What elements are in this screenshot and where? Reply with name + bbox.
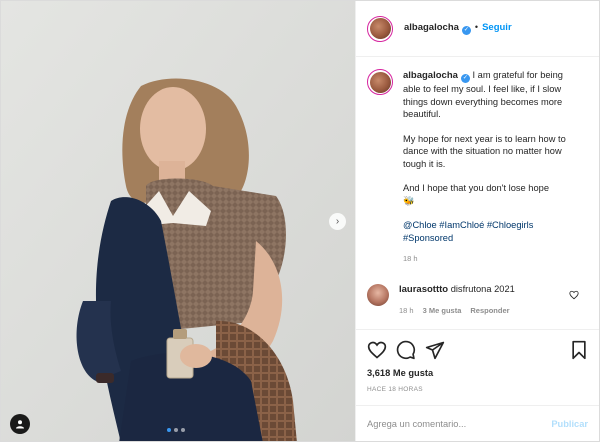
carousel-dot xyxy=(181,428,185,432)
caption-hashtags[interactable]: @Chloe #IamChloé #Chloegirls #Sponsored xyxy=(403,219,583,244)
follow-button[interactable]: Seguir xyxy=(482,22,512,33)
verified-badge-icon: ✓ xyxy=(460,74,470,83)
comments-section: albagalocha ✓ I am grateful for being abl… xyxy=(356,57,599,329)
comment-like-heart-icon[interactable] xyxy=(569,290,579,300)
comment-likes[interactable]: 3 Me gusta xyxy=(423,306,462,315)
comment-time[interactable]: 18 h xyxy=(399,306,414,315)
next-photo-button[interactable]: › xyxy=(329,213,346,230)
tagged-users-button[interactable] xyxy=(10,414,30,434)
comment-username[interactable]: laurasottto xyxy=(399,284,448,295)
header-username[interactable]: albagalocha xyxy=(404,22,459,33)
header-username-group: albagalocha ✓ • Seguir xyxy=(404,22,512,35)
action-icons xyxy=(367,338,588,362)
bookmark-icon[interactable] xyxy=(570,340,588,360)
post-image[interactable]: › xyxy=(1,1,355,441)
caption-body: albagalocha ✓ I am grateful for being abl… xyxy=(403,69,583,266)
comment-bubble-icon[interactable] xyxy=(396,340,416,360)
like-heart-icon[interactable] xyxy=(367,340,387,360)
caption-username[interactable]: albagalocha xyxy=(403,70,458,81)
caption-time[interactable]: 18 h xyxy=(403,253,583,266)
post-comment-button[interactable]: Publicar xyxy=(551,419,588,429)
verified-badge-icon: ✓ xyxy=(461,26,471,35)
comment-avatar[interactable] xyxy=(367,283,389,306)
bee-emoji-icon: 🐝 xyxy=(403,195,415,206)
like-count[interactable]: 3,618 Me gusta xyxy=(367,368,588,378)
caption-paragraph: My hope for next year is to learn how to… xyxy=(403,133,566,169)
carousel-dot xyxy=(174,428,178,432)
comment-meta: 18 h 3 Me gusta Responder xyxy=(399,306,515,315)
comment-text: disfrutona 2021 xyxy=(450,283,515,294)
caption-paragraph: And I hope that you don't lose hope xyxy=(403,183,549,193)
reply-button[interactable]: Responder xyxy=(470,306,509,315)
separator: • xyxy=(474,22,479,32)
post-header: albagalocha ✓ • Seguir xyxy=(356,1,599,57)
posted-ago[interactable]: HACE 18 HORAS xyxy=(367,386,588,393)
caption: albagalocha ✓ I am grateful for being abl… xyxy=(367,69,588,266)
post-modal: › albagalocha ✓ • Seguir albagalocha ✓ I am xyxy=(0,0,600,442)
comment: laurasottto disfrutona 2021 18 h 3 Me gu… xyxy=(367,283,588,315)
comment-body: laurasottto disfrutona 2021 18 h 3 Me gu… xyxy=(399,284,515,315)
photo-illustration xyxy=(1,1,355,441)
comment-composer: Agrega un comentario... Publicar xyxy=(356,405,599,441)
carousel-dots xyxy=(167,428,185,432)
caption-avatar[interactable] xyxy=(367,69,393,95)
share-paper-plane-icon[interactable] xyxy=(425,340,445,360)
avatar[interactable] xyxy=(367,15,393,42)
comment-input[interactable]: Agrega un comentario... xyxy=(367,419,466,429)
user-icon xyxy=(16,420,24,429)
post-sidebar: albagalocha ✓ • Seguir albagalocha ✓ I am gr… xyxy=(355,1,599,441)
carousel-dot xyxy=(167,428,171,432)
